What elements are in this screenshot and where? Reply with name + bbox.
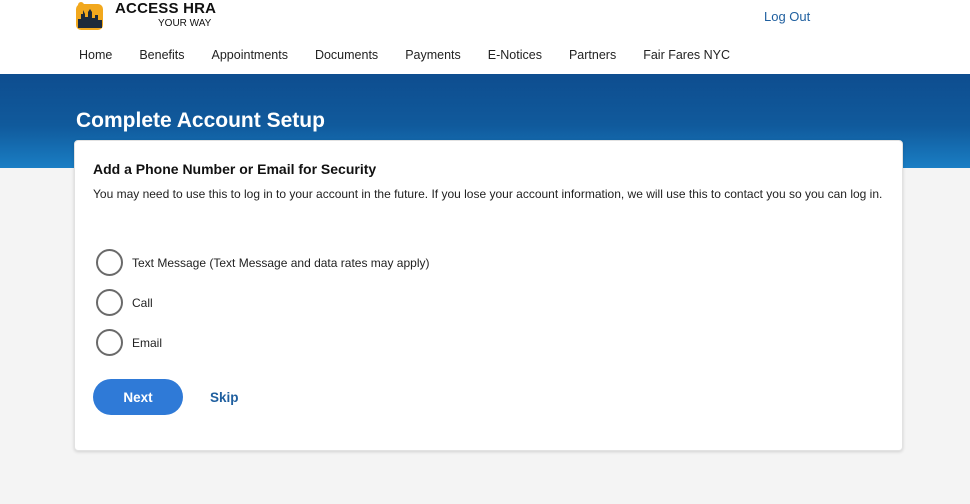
nav-item-fair-fares-nyc[interactable]: Fair Fares NYC <box>643 48 730 62</box>
nav-item-appointments[interactable]: Appointments <box>212 48 288 62</box>
option-text-message[interactable]: Text Message (Text Message and data rate… <box>96 249 429 276</box>
option-call[interactable]: Call <box>96 289 153 316</box>
brand-title: ACCESS HRA <box>115 0 217 17</box>
option-label: Text Message (Text Message and data rate… <box>132 255 430 270</box>
nav-item-partners[interactable]: Partners <box>569 48 616 62</box>
nav-item-benefits[interactable]: Benefits <box>139 48 184 62</box>
logout-link[interactable]: Log Out <box>764 9 810 24</box>
radio-text-message[interactable] <box>96 249 123 276</box>
nav-item-payments[interactable]: Payments <box>405 48 461 62</box>
card-description: You may need to use this to log in to yo… <box>93 187 883 201</box>
access-hra-logo-icon[interactable] <box>75 1 105 31</box>
main-nav: Home Benefits Appointments Documents Pay… <box>79 48 757 62</box>
next-button[interactable]: Next <box>93 379 183 415</box>
security-setup-card: Add a Phone Number or Email for Security… <box>74 140 903 451</box>
option-label: Email <box>132 335 163 350</box>
nav-item-documents[interactable]: Documents <box>315 48 378 62</box>
nav-item-e-notices[interactable]: E-Notices <box>488 48 542 62</box>
option-label: Call <box>132 295 153 310</box>
radio-email[interactable] <box>96 329 123 356</box>
page-title: Complete Account Setup <box>76 109 325 132</box>
site-header: ACCESS HRA YOUR WAY Log Out Home Benefit… <box>0 0 970 74</box>
radio-call[interactable] <box>96 289 123 316</box>
brand-subtitle: YOUR WAY <box>158 18 212 29</box>
option-email[interactable]: Email <box>96 329 162 356</box>
card-title: Add a Phone Number or Email for Security <box>93 161 377 177</box>
nav-item-home[interactable]: Home <box>79 48 112 62</box>
skip-link[interactable]: Skip <box>210 390 239 405</box>
